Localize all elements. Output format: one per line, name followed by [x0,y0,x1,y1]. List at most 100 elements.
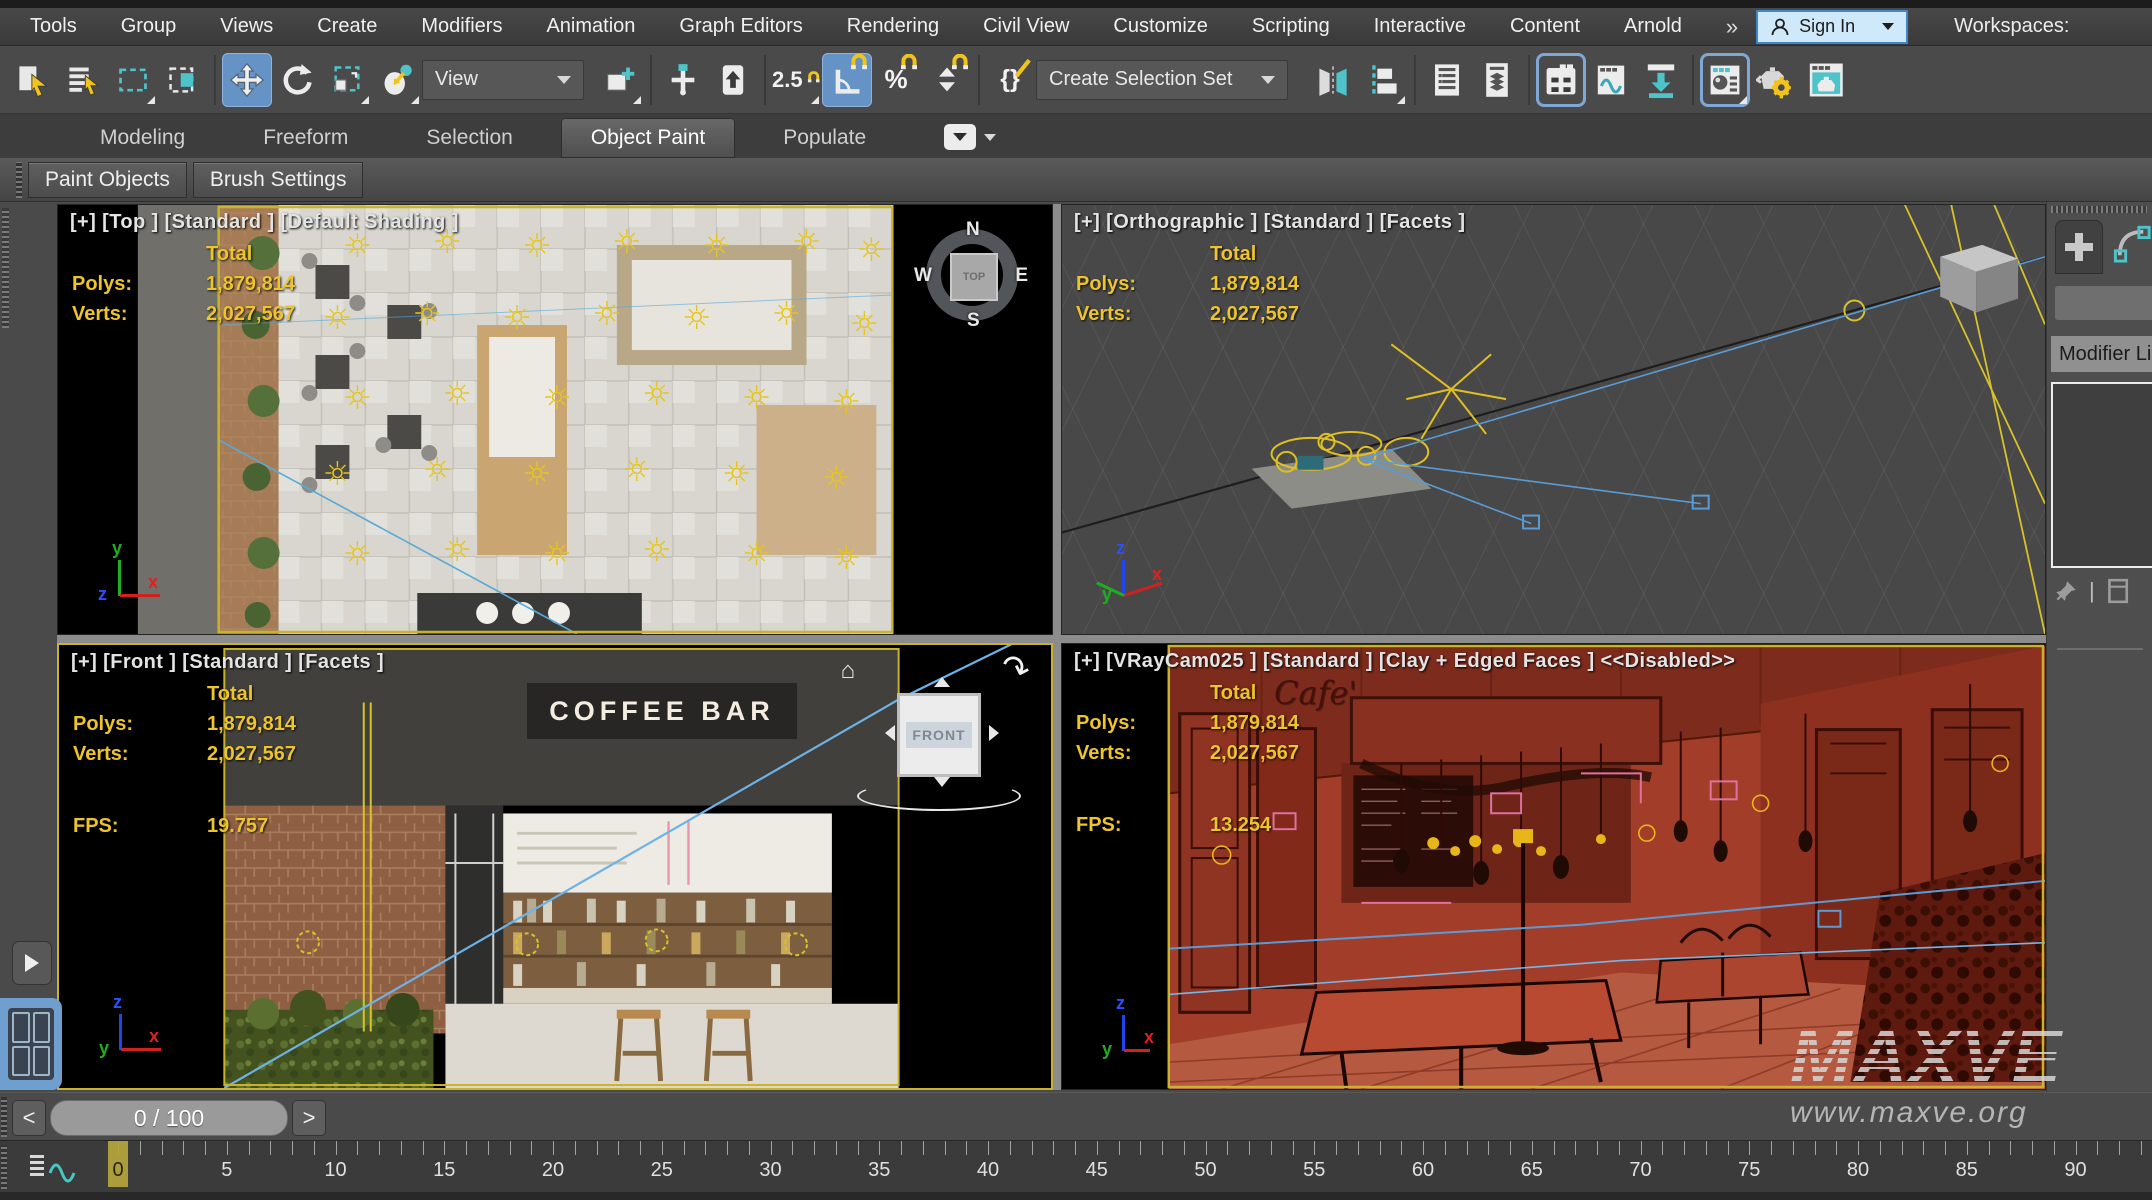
sign-in-button[interactable]: Sign In [1756,10,1908,44]
compass-north[interactable]: N [966,219,980,241]
menu-graph-editors[interactable]: Graph Editors [679,15,802,38]
object-name-field[interactable] [2055,286,2152,320]
ribbon-tab-freeform[interactable]: Freeform [233,118,378,158]
angle-snap-toggle-button[interactable] [822,53,872,107]
render-setup-button[interactable] [1750,53,1800,107]
select-and-scale-button[interactable] [322,53,372,107]
ribbon-drag-handle[interactable] [16,162,22,198]
viewcube-top-face[interactable]: TOP [950,253,998,301]
modifier-stack[interactable] [2051,382,2152,568]
menu-content[interactable]: Content [1510,15,1580,38]
viewcube-right-arrow[interactable] [989,725,999,741]
polys-value: 1,879,814 [206,273,295,296]
workspaces-label[interactable]: Workspaces: [1954,15,2069,38]
menu-group[interactable]: Group [121,15,177,38]
ribbon-tab-modeling[interactable]: Modeling [70,118,215,158]
edit-named-selection-sets-button[interactable]: {} [986,53,1036,107]
pin-stack-icon[interactable] [2053,578,2079,604]
show-end-result-icon[interactable] [2105,578,2129,604]
keyboard-shortcut-override-button[interactable] [708,53,758,107]
menu-customize[interactable]: Customize [1113,15,1207,38]
select-and-rotate-button[interactable] [272,53,322,107]
menu-interactive[interactable]: Interactive [1374,15,1466,38]
rendered-frame-window-button[interactable] [1800,53,1850,107]
compass-south[interactable]: S [967,310,980,332]
mini-curve-editor-button[interactable] [28,1149,80,1185]
viewport-vraycam-label[interactable]: [+] [VRayCam025 ] [Standard ] [Clay + Ed… [1074,650,1735,673]
menu-rendering[interactable]: Rendering [847,15,939,38]
curve-editor-button[interactable] [1586,53,1636,107]
toolbar-drag-handle[interactable] [2,208,9,328]
create-tab[interactable] [2055,220,2103,274]
viewport-front-label[interactable]: [+] [Front ] [Standard ] [Facets ] [71,651,384,674]
ribbon-toggle-button[interactable] [1536,53,1586,107]
percent-snap-toggle-button[interactable]: % [872,53,922,107]
viewport-top-label[interactable]: [+] [Top ] [Standard ] [Default Shading … [70,211,459,234]
select-and-manipulate-button[interactable] [658,53,708,107]
select-object-button[interactable] [8,53,58,107]
toolbar-separator [1528,55,1530,105]
viewcube-compass[interactable]: N E S W TOP [920,223,1024,327]
align-button[interactable] [1358,53,1408,107]
ribbon-tab-populate[interactable]: Populate [753,118,896,158]
reference-coordinate-value: View [435,68,478,91]
panel-drag-handle[interactable] [2051,206,2147,213]
spinner-snap-toggle-button[interactable] [922,53,972,107]
menu-civil-view[interactable]: Civil View [983,15,1069,38]
select-and-move-button[interactable] [222,53,272,107]
subtab-paint-objects[interactable]: Paint Objects [28,162,187,198]
polys-label: Polys: [1076,712,1184,735]
compass-east[interactable]: E [1015,265,1028,287]
modify-tab[interactable] [2111,220,2152,274]
track-bar-drag-handle[interactable] [1,1145,7,1189]
viewport-ortho-label[interactable]: [+] [Orthographic ] [Standard ] [Facets … [1074,211,1465,234]
menu-arnold[interactable]: Arnold [1624,15,1682,38]
selection-region-button[interactable] [108,53,158,107]
mirror-button[interactable] [1308,53,1358,107]
named-selection-set-dropdown[interactable]: Create Selection Set [1036,60,1288,100]
viewport-top[interactable]: [+] [Top ] [Standard ] [Default Shading … [57,204,1053,635]
use-pivot-point-button[interactable] [594,53,644,107]
window-crossing-button[interactable] [158,53,208,107]
viewcube-left-arrow[interactable] [885,725,895,741]
menu-tools[interactable]: Tools [30,15,77,38]
previous-frame-button[interactable]: < [12,1100,46,1136]
viewport-vraycam[interactable]: Cafe' [+] [VRayCam025 ] [Standard ] [Cla… [1061,643,2046,1090]
compass-west[interactable]: W [914,265,932,287]
next-frame-button[interactable]: > [292,1100,326,1136]
subtab-brush-settings[interactable]: Brush Settings [193,162,364,198]
menu-overflow-chevron[interactable]: » [1726,14,1738,40]
select-and-place-button[interactable] [372,53,422,107]
ribbon-tab-selection[interactable]: Selection [396,118,542,158]
reference-coordinate-dropdown[interactable]: View [422,60,584,100]
time-slider[interactable]: 0 / 100 [50,1100,288,1136]
modifier-list-dropdown[interactable]: Modifier List [2051,336,2152,372]
snaps-toggle-button[interactable]: 2.5 [772,53,822,107]
viewport-front[interactable]: COFFEE BAR [+] [Front ] [Standard ] [Fac… [57,643,1053,1090]
expand-tracks-button[interactable] [12,941,52,985]
track-bar-ruler[interactable]: 051015202530354045505560657075808590 [85,1141,2152,1187]
menu-create[interactable]: Create [317,15,377,38]
verts-label: Verts: [73,743,181,766]
render-setup-icon [1756,61,1794,99]
select-by-name-button[interactable] [58,53,108,107]
viewport-orthographic[interactable]: [+] [Orthographic ] [Standard ] [Facets … [1061,204,2046,635]
viewcube-front[interactable]: FRONT [897,693,981,777]
schematic-view-button[interactable] [1636,53,1686,107]
menu-scripting[interactable]: Scripting [1252,15,1330,38]
menu-views[interactable]: Views [220,15,273,38]
coffee-bar-sign-text: COFFEE BAR [549,696,775,727]
viewcube-up-arrow[interactable] [934,677,950,687]
scene-explorer-button[interactable] [1422,53,1472,107]
layer-explorer-button[interactable] [1472,53,1522,107]
home-icon[interactable]: ⌂ [841,657,856,685]
viewport-layout-tabs-button[interactable] [0,998,62,1090]
viewcube-front-face[interactable]: FRONT [906,722,971,748]
viewcube-down-arrow[interactable] [934,777,950,787]
material-editor-button[interactable] [1700,53,1750,107]
menu-modifiers[interactable]: Modifiers [421,15,502,38]
menu-animation[interactable]: Animation [546,15,635,38]
ribbon-show-menu-button[interactable] [944,124,996,150]
ribbon-tab-object-paint[interactable]: Object Paint [561,118,735,158]
time-slider-drag-handle[interactable] [1,1097,7,1137]
